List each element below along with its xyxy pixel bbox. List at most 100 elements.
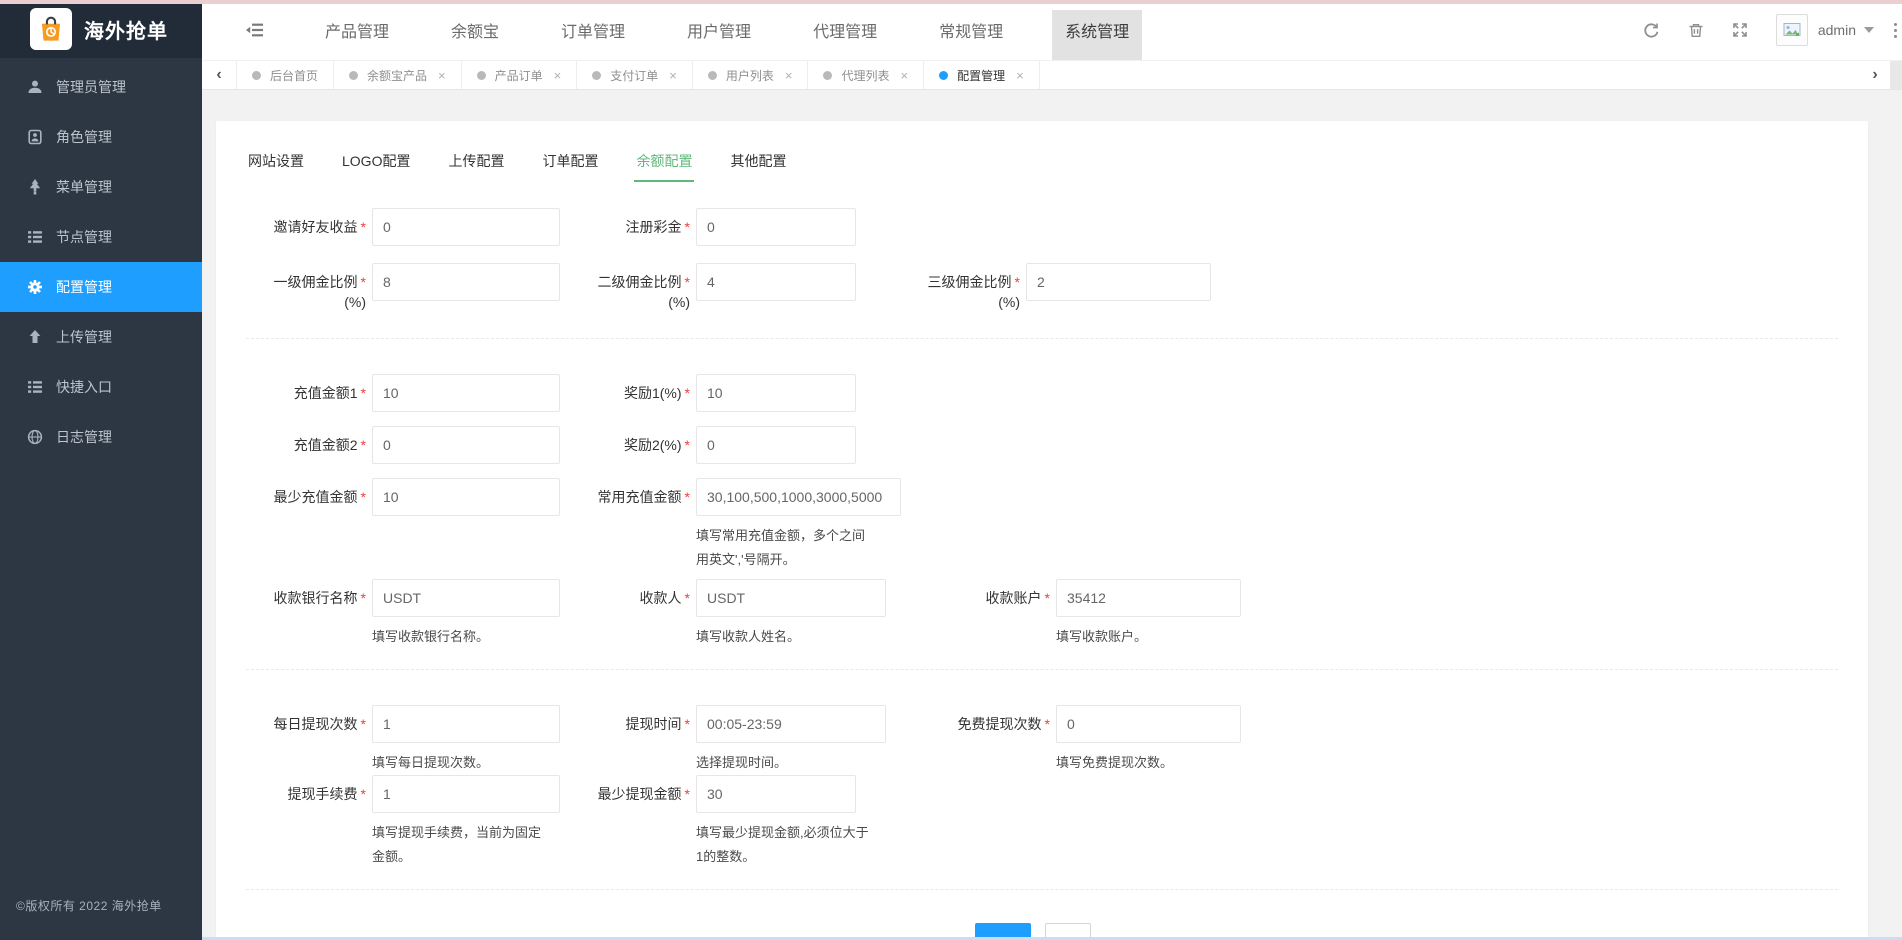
field-label: 最少提现金额* (560, 775, 696, 813)
tab-upload-config[interactable]: 上传配置 (446, 145, 506, 182)
reward2-input[interactable] (696, 426, 856, 464)
sidebar-item-menu-mgmt[interactable]: 菜单管理 (0, 162, 202, 212)
section-divider (246, 889, 1838, 890)
nav-general-mgmt[interactable]: 常规管理 (926, 10, 1016, 60)
close-icon[interactable]: × (554, 68, 562, 83)
field-label: 注册彩金* (560, 208, 696, 246)
level2-commission-input[interactable] (696, 263, 856, 301)
min-withdraw-input[interactable] (696, 775, 856, 813)
tab-website-settings[interactable]: 网站设置 (246, 145, 306, 182)
required-asterisk: * (685, 385, 690, 401)
header: 产品管理 余额宝 订单管理 用户管理 代理管理 常规管理 系统管理 admin (202, 0, 1902, 60)
tree-icon (27, 179, 43, 195)
tab-product-order[interactable]: 产品订单 × (462, 61, 578, 89)
tab-user-list[interactable]: 用户列表 × (693, 61, 809, 89)
required-asterisk: * (361, 385, 366, 401)
invite-earnings-input[interactable] (372, 208, 560, 246)
more-menu-icon[interactable] (1888, 0, 1902, 60)
close-icon[interactable]: × (900, 68, 908, 83)
nav-yuebao[interactable]: 余额宝 (438, 10, 512, 60)
free-withdraw-count-input[interactable] (1056, 705, 1241, 743)
tab-pay-order[interactable]: 支付订单 × (577, 61, 693, 89)
refresh-icon[interactable] (1630, 0, 1674, 60)
field-label: 每日提现次数* (246, 705, 372, 743)
recharge-amount2-input[interactable] (372, 426, 560, 464)
sidebar-item-config-mgmt[interactable]: 配置管理 (0, 262, 202, 312)
required-asterisk: * (361, 716, 366, 732)
required-asterisk: * (685, 786, 690, 802)
tab-dot-icon (592, 71, 601, 80)
payee-account-input[interactable] (1056, 579, 1241, 617)
field-label: 收款银行名称* (246, 579, 372, 617)
user-dropdown[interactable]: admin (1818, 22, 1874, 38)
close-icon[interactable]: × (438, 68, 446, 83)
tab-home[interactable]: 后台首页 (237, 61, 334, 89)
nav-agent-mgmt[interactable]: 代理管理 (800, 10, 890, 60)
tabs-menu-button[interactable] (1890, 61, 1902, 89)
withdraw-fee-input[interactable] (372, 775, 560, 813)
nav-user-mgmt[interactable]: 用户管理 (674, 10, 764, 60)
required-asterisk: * (361, 786, 366, 802)
sidebar-item-node-mgmt[interactable]: 节点管理 (0, 212, 202, 262)
level1-commission-input[interactable] (372, 263, 560, 301)
username: admin (1818, 22, 1856, 38)
tab-other-config[interactable]: 其他配置 (728, 145, 788, 182)
sidebar-menu: 管理员管理 角色管理 菜单管理 节点管理 配置管理 (0, 58, 202, 462)
register-bonus-input[interactable] (696, 208, 856, 246)
required-asterisk: * (1045, 590, 1050, 606)
sidebar-item-role-mgmt[interactable]: 角色管理 (0, 112, 202, 162)
globe-icon (27, 429, 43, 445)
field-label: 充值金额2* (246, 426, 372, 464)
close-icon[interactable]: × (1016, 68, 1024, 83)
required-asterisk: * (361, 489, 366, 505)
payee-name-input[interactable] (696, 579, 886, 617)
tabs-scroll-right-icon[interactable]: › (1860, 61, 1890, 89)
min-recharge-input[interactable] (372, 478, 560, 516)
field-help: 填写最少提现金额,必须位大于1的整数。 (696, 821, 872, 869)
tab-yuebao-product[interactable]: 余额宝产品 × (334, 61, 462, 89)
sidebar-item-admin-mgmt[interactable]: 管理员管理 (0, 62, 202, 112)
field-label: 常用充值金额* (560, 478, 696, 516)
open-tabs-bar: ‹ 后台首页 余额宝产品 × 产品订单 × 支付订单 × 用户列表 × 代理列表 (202, 60, 1902, 90)
required-asterisk: * (361, 274, 366, 290)
tab-balance-config[interactable]: 余额配置 (634, 145, 694, 182)
trash-icon[interactable] (1674, 0, 1718, 60)
tab-agent-list[interactable]: 代理列表 × (808, 61, 924, 89)
nav-system-mgmt[interactable]: 系统管理 (1052, 10, 1142, 60)
required-asterisk: * (1045, 716, 1050, 732)
sidebar-item-upload-mgmt[interactable]: 上传管理 (0, 312, 202, 362)
tabs-scroll-left-icon[interactable]: ‹ (202, 61, 237, 89)
sidebar-item-log-mgmt[interactable]: 日志管理 (0, 412, 202, 462)
collapse-menu-icon[interactable] (246, 22, 264, 38)
reward1-input[interactable] (696, 374, 856, 412)
close-icon[interactable]: × (785, 68, 793, 83)
nav-order-mgmt[interactable]: 订单管理 (548, 10, 638, 60)
field-label: 收款人* (560, 579, 696, 617)
required-asterisk: * (685, 437, 690, 453)
bank-name-input[interactable] (372, 579, 560, 617)
common-recharge-input[interactable] (696, 478, 901, 516)
fullscreen-icon[interactable] (1718, 0, 1762, 60)
top-nav: 产品管理 余额宝 订单管理 用户管理 代理管理 常规管理 系统管理 (294, 0, 1160, 60)
nav-product-mgmt[interactable]: 产品管理 (312, 10, 402, 60)
level3-commission-input[interactable] (1026, 263, 1211, 301)
close-icon[interactable]: × (669, 68, 677, 83)
tab-config-mgmt[interactable]: 配置管理 × (924, 61, 1040, 89)
config-tabs: 网站设置 LOGO配置 上传配置 订单配置 余额配置 其他配置 (246, 145, 1838, 182)
logo[interactable]: 海外抢单 (0, 0, 202, 58)
sidebar-item-quick-entry[interactable]: 快捷入口 (0, 362, 202, 412)
list-icon (27, 379, 43, 395)
withdraw-time-input[interactable] (696, 705, 886, 743)
daily-withdraw-count-input[interactable] (372, 705, 560, 743)
form-row: 提现手续费* 填写提现手续费，当前为固定金额。 最少提现金额* 填写最少提现金额… (246, 775, 1838, 869)
tab-dot-icon (252, 71, 261, 80)
field-help: 填写每日提现次数。 (372, 751, 552, 775)
tab-dot-icon (349, 71, 358, 80)
required-asterisk: * (685, 219, 690, 235)
tab-order-config[interactable]: 订单配置 (540, 145, 600, 182)
window-top-edge (0, 0, 1902, 4)
field-label: 三级佣金比例*(%) (856, 263, 1026, 309)
recharge-amount1-input[interactable] (372, 374, 560, 412)
avatar[interactable] (1776, 14, 1808, 46)
tab-logo-config[interactable]: LOGO配置 (340, 145, 412, 182)
